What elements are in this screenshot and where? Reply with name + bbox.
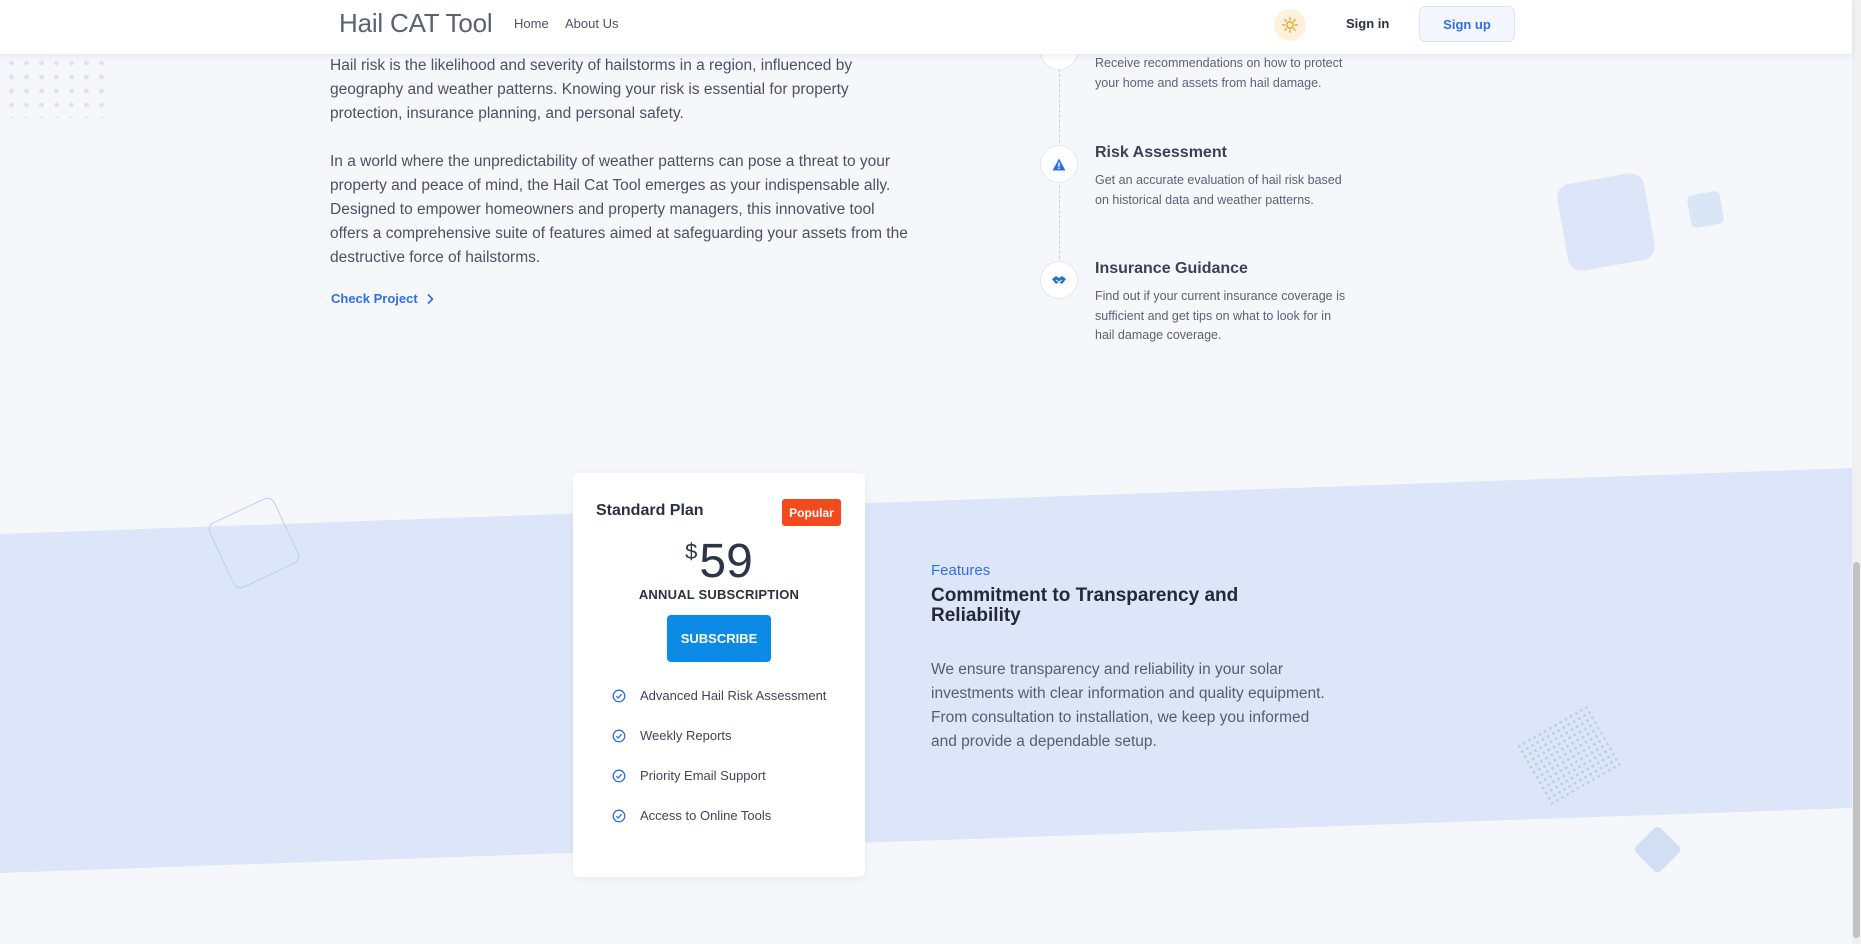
plan-feature: Advanced Hail Risk Assessment [612,688,826,703]
brand-logo[interactable]: Hail CAT Tool [339,8,493,39]
timeline-title-3: Insurance Guidance [1095,260,1248,277]
plan-feature: Access to Online Tools [612,808,771,823]
price-amount: 59 [699,535,753,588]
timeline-circle-2 [1040,145,1078,183]
page-scrollbar[interactable] [1852,0,1861,944]
check-project-label: Check Project [331,291,418,306]
decorative-square-small [1686,190,1725,229]
check-circle-icon [612,769,626,782]
timeline-desc-1: Receive recommendations on how to protec… [1095,56,1343,90]
top-navbar: Hail CAT Tool Home About Us Sign in Sign… [0,0,1852,54]
plan-feature-label: Access to Online Tools [640,808,772,823]
plan-price: $59 [573,534,865,589]
popular-badge: Popular [782,499,841,526]
billing-period: ANNUAL SUBSCRIPTION [638,587,800,602]
features-description: We ensure transparency and reliability i… [931,661,1325,750]
check-project-link[interactable]: Check Project [331,291,434,306]
price-currency: $ [685,539,698,564]
timeline-circle-3 [1040,261,1078,299]
timeline-title-2: Risk Assessment [1095,144,1227,161]
plan-feature-label: Weekly Reports [640,728,732,743]
subscribe-button[interactable]: SUBSCRIBE [667,615,771,662]
timeline-desc-2: Get an accurate evaluation of hail risk … [1095,173,1342,207]
decorative-diamond [1632,824,1683,875]
nav-link-home[interactable]: Home [514,16,549,31]
theme-toggle-button[interactable] [1274,9,1306,41]
sign-in-link[interactable]: Sign in [1346,16,1389,31]
nav-link-about[interactable]: About Us [565,16,618,31]
plan-feature: Priority Email Support [612,768,766,783]
plan-feature-label: Advanced Hail Risk Assessment [640,688,827,703]
check-circle-icon [612,729,626,742]
plan-feature: Weekly Reports [612,728,732,743]
chevron-right-icon [427,293,434,304]
check-circle-icon [612,689,626,702]
plan-name: Standard Plan [596,502,704,519]
features-title: Commitment to Transparency and Reliabili… [931,585,1239,626]
timeline-desc-3: Find out if your current insurance cover… [1095,289,1346,342]
intro-paragraph-2: In a world where the unpredictability of… [330,153,908,266]
scrollbar-thumb[interactable] [1853,562,1860,938]
decorative-square [1555,171,1657,273]
check-circle-icon [612,809,626,822]
handshake-icon [1052,276,1066,284]
sign-up-button[interactable]: Sign up [1419,6,1515,42]
warning-icon [1052,158,1066,170]
sun-icon [1282,17,1298,33]
pricing-card: Standard Plan Popular $59 ANNUAL SUBSCRI… [573,473,865,877]
decorative-dot-grid [4,56,104,118]
plan-feature-label: Priority Email Support [640,768,766,783]
features-eyebrow: Features [931,562,991,579]
intro-paragraph-1: Hail risk is the likelihood and severity… [330,57,853,122]
